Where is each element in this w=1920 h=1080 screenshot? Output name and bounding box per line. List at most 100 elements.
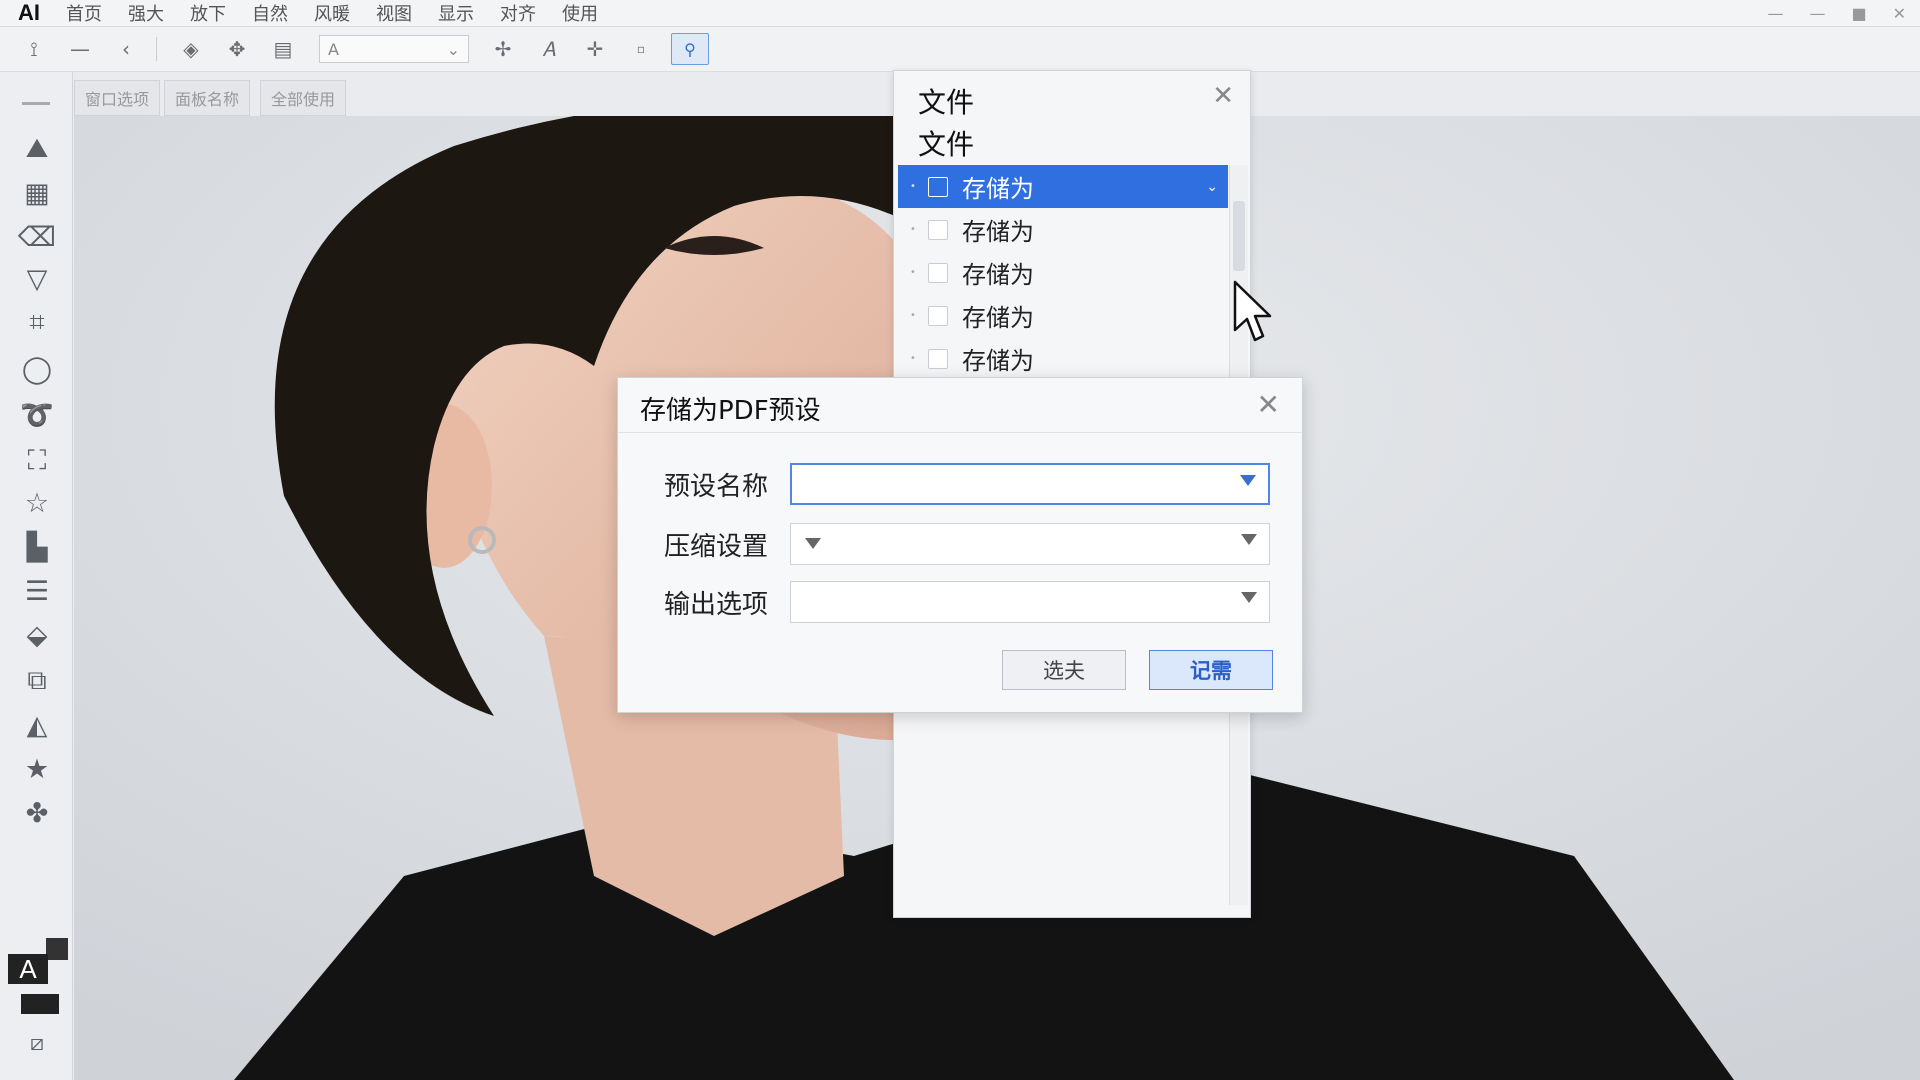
document-icon[interactable]: ▤: [271, 37, 295, 61]
window-controls: — — ■ ✕: [1767, 0, 1906, 26]
item-checkbox[interactable]: [928, 176, 948, 197]
list-item[interactable]: • 存储为 ⌄: [898, 165, 1228, 208]
sparkle-icon[interactable]: ✢: [491, 37, 515, 61]
close-window-button[interactable]: ✕: [1893, 4, 1906, 23]
app-logo: AI: [18, 0, 40, 25]
eraser-tool-icon[interactable]: ⌫: [18, 220, 56, 254]
list-item[interactable]: • 存储为: [898, 337, 1228, 380]
expand-arrow-icon[interactable]: •: [898, 267, 928, 278]
tab-document-1[interactable]: 窗口选项: [74, 80, 161, 116]
dropdown-arrow-icon[interactable]: [1241, 592, 1257, 603]
color-mode-swatch[interactable]: [21, 994, 59, 1014]
menu-bar: AI 首页 强大 放下 自然 风暖 视图 显示 对齐 使用 — — ■ ✕: [0, 0, 1920, 27]
font-size-value: A: [328, 39, 339, 59]
menu-item-use[interactable]: 使用: [562, 0, 598, 26]
expand-arrow-icon[interactable]: •: [898, 224, 928, 235]
output-options-row: 输出选项: [664, 580, 1274, 624]
crop-tool-icon[interactable]: ⌗: [18, 306, 56, 340]
file-list: • 存储为 ⌄ • 存储为 • 存储为 • 存储为 • 存储为: [898, 165, 1228, 380]
line-icon[interactable]: —: [68, 37, 92, 61]
expand-arrow-icon[interactable]: •: [898, 181, 928, 192]
ok-button[interactable]: 记需: [1149, 650, 1273, 690]
tools-panel: ⛰ ▦ ⌫ ▽ ⌗ ◯ ➰ ⛶ ☆ ▙ ☰ ⬙ ⧉ ◭ ★ ✤ A ⧄: [0, 72, 73, 1080]
small-square-icon[interactable]: ▫: [629, 42, 653, 56]
dropdown-arrow-icon[interactable]: [1241, 534, 1257, 545]
image-tool-icon[interactable]: ⛶: [18, 444, 56, 478]
output-options-dropdown[interactable]: [790, 581, 1270, 623]
page-tool-icon[interactable]: ▙: [18, 530, 56, 564]
type-tool-icon[interactable]: 𝐴: [537, 37, 561, 61]
chevron-down-icon[interactable]: ⌄: [1206, 179, 1218, 195]
grid-tool-icon[interactable]: ▦: [18, 176, 56, 210]
brush-tool-icon[interactable]: ⛰: [18, 132, 56, 166]
active-tool-button[interactable]: ⚲: [671, 33, 709, 65]
preset-name-row: 预设名称: [664, 462, 1274, 506]
item-checkbox[interactable]: [928, 348, 948, 369]
panel-grip[interactable]: [22, 102, 50, 105]
expand-arrow-icon[interactable]: •: [898, 310, 928, 321]
anchor-icon[interactable]: ✛: [583, 37, 607, 61]
item-checkbox[interactable]: [928, 219, 948, 240]
star-filled-icon[interactable]: ★: [18, 752, 56, 786]
compression-row: 压缩设置: [664, 522, 1274, 566]
list-item[interactable]: • 存储为: [898, 294, 1228, 337]
list-item-label: 存储为: [962, 175, 1034, 203]
menu-item-3[interactable]: 放下: [190, 0, 226, 26]
list-item-label: 存储为: [962, 304, 1034, 332]
artboard-tool-icon[interactable]: ⧉: [18, 664, 56, 698]
lasso-tool-icon[interactable]: ➰: [18, 398, 56, 432]
back-arrow-icon[interactable]: ‹: [114, 37, 138, 61]
pdf-preset-dialog: 存储为PDF预设 ✕ 预设名称 压缩设置 输出选项 选夫 记需: [617, 377, 1303, 713]
fill-swatch[interactable]: A: [8, 954, 48, 984]
preset-name-label: 预设名称: [664, 471, 769, 502]
mouse-pointer-icon: [1233, 280, 1272, 342]
stroke-swatch[interactable]: [46, 938, 68, 960]
expand-arrow-icon[interactable]: •: [898, 353, 928, 364]
puppet-warp-icon[interactable]: ✤: [18, 796, 56, 830]
list-item[interactable]: • 存储为: [898, 251, 1228, 294]
menu-item-display[interactable]: 显示: [438, 0, 474, 26]
menu-item-home[interactable]: 首页: [66, 0, 102, 26]
dialog-title: 存储为PDF预设: [640, 396, 821, 426]
tab-document-2[interactable]: 面板名称: [164, 80, 251, 116]
ellipse-tool-icon[interactable]: ◯: [18, 352, 56, 386]
files-panel-subtitle: 文件: [918, 128, 975, 161]
transform-icon[interactable]: ✥: [225, 37, 249, 61]
shape-builder-icon[interactable]: ◭: [18, 708, 56, 742]
menu-item-2[interactable]: 强大: [128, 0, 164, 26]
document-tabs: 窗口选项 面板名称 全部使用: [74, 80, 350, 116]
toolbar-divider: [156, 37, 157, 61]
cancel-button[interactable]: 选夫: [1002, 650, 1126, 690]
triangle-tool-icon[interactable]: ▽: [18, 262, 56, 296]
control-toolbar: ⟟ — ‹ ◈ ✥ ▤ A ⌄ ✢ 𝐴 ✛ ▫ ⚲: [0, 27, 1920, 72]
list-tool-icon[interactable]: ☰: [18, 574, 56, 608]
preset-name-dropdown[interactable]: [790, 463, 1270, 505]
menu-item-4[interactable]: 自然: [252, 0, 288, 26]
menu-item-align[interactable]: 对齐: [500, 0, 536, 26]
dropdown-arrow-icon[interactable]: [805, 538, 821, 549]
menu-item-view[interactable]: 视图: [376, 0, 412, 26]
paint-bucket-icon[interactable]: ⬙: [18, 618, 56, 652]
maximize-button[interactable]: ■: [1851, 4, 1866, 23]
dropdown-arrow-icon[interactable]: [1240, 475, 1256, 486]
scrollbar-thumb[interactable]: [1233, 201, 1245, 271]
screen-mode-icon[interactable]: ⧄: [18, 1026, 56, 1060]
item-checkbox[interactable]: [928, 305, 948, 326]
minimize-button[interactable]: —: [1767, 4, 1783, 23]
dialog-header: 存储为PDF预设 ✕: [618, 378, 1302, 433]
tab-document-3[interactable]: 全部使用: [260, 80, 347, 116]
selection-tool-icon[interactable]: ⟟: [22, 37, 46, 61]
font-size-select[interactable]: A ⌄: [319, 35, 469, 63]
close-icon[interactable]: ✕: [1212, 81, 1234, 111]
eye-icon[interactable]: ◈: [179, 37, 203, 61]
compression-dropdown[interactable]: [790, 523, 1270, 565]
close-icon[interactable]: ✕: [1257, 388, 1280, 421]
list-item[interactable]: • 存储为: [898, 208, 1228, 251]
restore-button[interactable]: —: [1809, 4, 1825, 23]
output-options-label: 输出选项: [664, 589, 769, 620]
list-item-label: 存储为: [962, 218, 1034, 246]
star-outline-icon[interactable]: ☆: [18, 486, 56, 520]
list-item-label: 存储为: [962, 261, 1034, 289]
menu-item-5[interactable]: 风暖: [314, 0, 350, 26]
item-checkbox[interactable]: [928, 262, 948, 283]
